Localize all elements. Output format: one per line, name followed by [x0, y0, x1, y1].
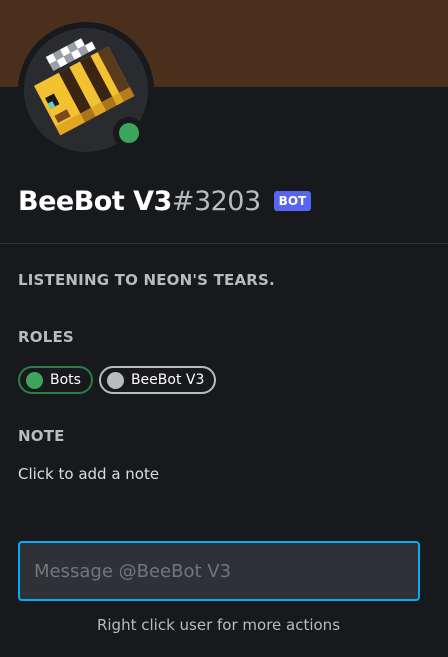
online-status-icon — [119, 123, 139, 143]
roles-list: Bots BeeBot V3 — [18, 366, 217, 394]
note-title: NOTE — [18, 427, 65, 445]
role-label: BeeBot V3 — [130, 372, 205, 388]
role-bots[interactable]: Bots — [18, 366, 93, 394]
role-label: Bots — [50, 372, 81, 388]
activity-status: LISTENING TO NEON'S TEARS. — [18, 271, 275, 289]
note-input[interactable]: Click to add a note — [18, 465, 159, 483]
more-actions-hint: Right click user for more actions — [96, 616, 341, 634]
user-name-row: BeeBot V3 #3203 BOT — [18, 184, 312, 218]
roles-title: ROLES — [18, 328, 74, 346]
bot-badge: BOT — [273, 191, 312, 211]
divider — [0, 243, 448, 244]
role-beebot-v3[interactable]: BeeBot V3 — [98, 366, 217, 394]
message-input[interactable] — [18, 541, 420, 601]
role-color-icon[interactable] — [26, 371, 43, 389]
discriminator[interactable]: #3203 — [172, 186, 261, 217]
username[interactable]: BeeBot V3 — [18, 186, 172, 217]
role-color-icon[interactable] — [106, 371, 124, 389]
